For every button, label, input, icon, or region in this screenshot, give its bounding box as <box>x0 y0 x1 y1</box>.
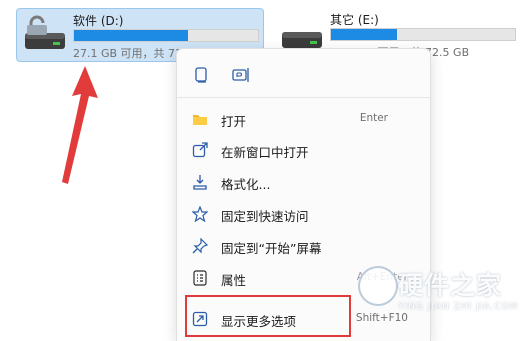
pin-icon <box>191 237 209 255</box>
menu-item-label: 固定到快速访问 <box>221 209 309 224</box>
menu-item-format[interactable]: 格式化... <box>181 167 426 197</box>
drive-d-usage-bar <box>73 29 259 42</box>
menu-item-pin-quick-access[interactable]: 固定到快速访问 <box>181 199 426 229</box>
hard-drive-icon <box>23 15 67 55</box>
menu-item-label: 在新窗口中打开 <box>221 145 309 160</box>
menu-item-shortcut: Enter <box>359 112 388 124</box>
drive-e-usage-bar <box>330 28 516 41</box>
menu-item-open-new-window[interactable]: 在新窗口中打开 <box>181 135 426 165</box>
red-arrow-annotation <box>62 66 98 184</box>
drive-e-usage-fill <box>331 29 398 40</box>
watermark-logo-icon <box>358 266 398 306</box>
open-new-window-icon <box>191 141 209 159</box>
menu-separator <box>177 97 430 98</box>
menu-item-label: 固定到“开始”屏幕 <box>221 241 322 256</box>
menu-item-label: 格式化... <box>221 177 271 192</box>
menu-item-open[interactable]: 打开 Enter <box>181 104 426 134</box>
quick-actions-bar <box>187 61 255 89</box>
properties-icon <box>191 269 209 287</box>
copy-icon <box>195 67 207 83</box>
red-highlight-box <box>185 295 351 337</box>
watermark-title: 硬件之家 <box>398 271 503 300</box>
star-icon <box>191 205 209 223</box>
drive-d-usage-fill <box>74 30 189 41</box>
menu-item-label: 属性 <box>221 273 247 288</box>
menu-item-label: 打开 <box>221 114 247 129</box>
folder-open-icon <box>191 110 209 128</box>
watermark: 硬件之家 YING JIAN ZHI JIA.COM <box>358 262 520 322</box>
drive-d-name: 软件 (D:) <box>73 14 124 28</box>
format-drive-icon <box>191 173 209 191</box>
menu-item-pin-start[interactable]: 固定到“开始”屏幕 <box>181 231 426 261</box>
copy-button[interactable] <box>187 61 215 89</box>
rename-icon <box>232 68 249 82</box>
rename-button[interactable] <box>227 61 255 89</box>
watermark-subtitle: YING JIAN ZHI JIA.COM <box>398 302 519 312</box>
drive-e-name: 其它 (E:) <box>330 13 379 27</box>
